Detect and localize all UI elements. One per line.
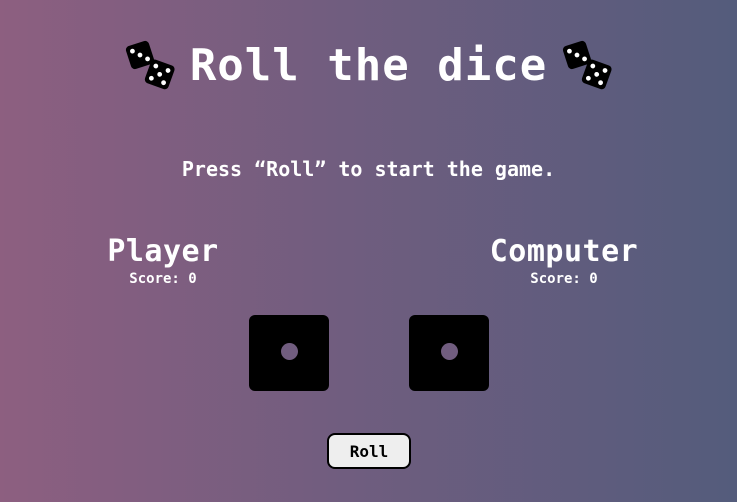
computer-panel: Computer Score: 0	[454, 233, 674, 287]
player-panel: Player Score: 0	[53, 233, 273, 287]
page-title: Roll the dice	[189, 39, 548, 91]
die-pip	[441, 343, 458, 360]
roll-button[interactable]: Roll	[327, 433, 411, 469]
die-pip	[281, 343, 298, 360]
computer-score: Score: 0	[530, 271, 598, 287]
dice-icon	[125, 40, 175, 90]
title-row: Roll the dice	[0, 30, 737, 100]
player-name: Player	[107, 234, 219, 269]
dice-icon	[563, 40, 612, 90]
player-die	[249, 315, 329, 391]
computer-name: Computer	[489, 234, 639, 269]
status-message: Press “Roll” to start the game.	[181, 157, 556, 181]
computer-die	[409, 315, 489, 391]
player-score: Score: 0	[129, 271, 197, 287]
